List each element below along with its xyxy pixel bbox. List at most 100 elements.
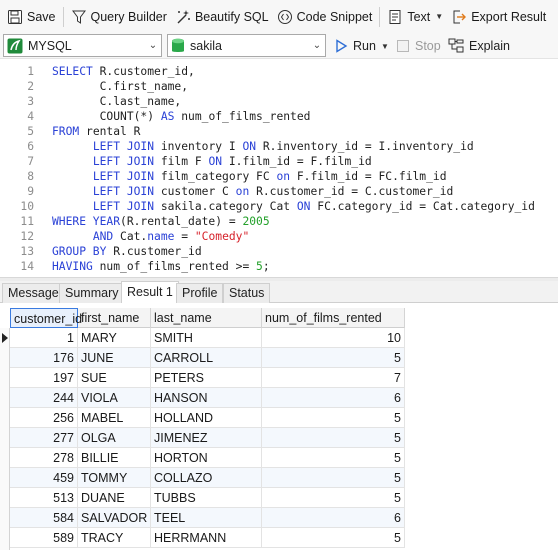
column-header-customer-id[interactable]: customer_id [10, 308, 82, 328]
table-row[interactable]: 176 JUNE CARROLL 5 [10, 348, 405, 368]
cell-num-of-films-rented[interactable]: 10 [262, 328, 405, 348]
code-line: 12 AND Cat.name = "Comedy" [0, 229, 558, 244]
cell-customer-id[interactable]: 176 [10, 348, 78, 368]
database-icon [171, 38, 185, 54]
table-row[interactable]: 1 MARY SMITH 10 [10, 328, 405, 348]
run-label: Run [353, 39, 376, 53]
cell-num-of-films-rented[interactable]: 6 [262, 388, 405, 408]
cell-customer-id[interactable]: 584 [10, 508, 78, 528]
tab-status[interactable]: Status [223, 283, 271, 303]
cell-first-name[interactable]: SUE [78, 368, 151, 388]
cell-first-name[interactable]: SALVADOR [78, 508, 151, 528]
cell-last-name[interactable]: HANSON [151, 388, 262, 408]
table-row[interactable]: 459 TOMMY COLLAZO 5 [10, 468, 405, 488]
table-row[interactable]: 277 OLGA JIMENEZ 5 [10, 428, 405, 448]
column-header-first-name[interactable]: first_name [78, 308, 151, 328]
run-button[interactable]: Run ▼ [334, 35, 389, 57]
table-row[interactable]: 278 BILLIE HORTON 5 [10, 448, 405, 468]
cell-customer-id[interactable]: 278 [10, 448, 78, 468]
table-row[interactable]: 584 SALVADOR TEEL 6 [10, 508, 405, 528]
cell-last-name[interactable]: HOLLAND [151, 408, 262, 428]
sql-editor[interactable]: 1 SELECT R.customer_id, 2 C.first_name, 3… [0, 60, 558, 277]
database-select[interactable]: sakila ⌄ [167, 34, 326, 57]
cell-last-name[interactable]: CARROLL [151, 348, 262, 368]
cell-last-name[interactable]: PETERS [151, 368, 262, 388]
table-row[interactable]: 256 MABEL HOLLAND 5 [10, 408, 405, 428]
cell-last-name[interactable]: JIMENEZ [151, 428, 262, 448]
cell-customer-id[interactable]: 197 [10, 368, 78, 388]
save-label: Save [27, 9, 56, 24]
query-builder-button[interactable]: Query Builder [67, 4, 171, 30]
cell-customer-id[interactable]: 1 [10, 328, 78, 348]
result-tabs: Message Summary Result 1 Profile Status [0, 281, 558, 304]
column-header-last-name[interactable]: last_name [151, 308, 262, 328]
tab-profile[interactable]: Profile [176, 283, 224, 303]
save-button[interactable]: Save [3, 4, 60, 30]
cell-first-name[interactable]: MARY [78, 328, 151, 348]
cell-num-of-films-rented[interactable]: 5 [262, 488, 405, 508]
cell-last-name[interactable]: SMITH [151, 328, 262, 348]
cell-num-of-films-rented[interactable]: 5 [262, 528, 405, 548]
magic-wand-icon [177, 9, 190, 23]
connection-value: MYSQL [28, 38, 72, 53]
chevron-down-icon: ⌄ [312, 40, 322, 51]
text-mode-dropdown[interactable]: Text ▼ [383, 4, 447, 30]
result-grid[interactable]: customer_id first_name last_name num_of_… [0, 303, 558, 550]
tab-result-1[interactable]: Result 1 [121, 281, 179, 304]
line-number: 5 [27, 125, 34, 138]
code-line: 3 C.last_name, [0, 94, 558, 109]
line-number: 10 [20, 200, 34, 213]
beautify-sql-button[interactable]: Beautify SQL [171, 4, 273, 30]
cell-last-name[interactable]: HORTON [151, 448, 262, 468]
cell-last-name[interactable]: TEEL [151, 508, 262, 528]
cell-num-of-films-rented[interactable]: 5 [262, 428, 405, 448]
cell-first-name[interactable]: DUANE [78, 488, 151, 508]
code-line: 14 HAVING num_of_films_rented >= 5; [0, 259, 558, 274]
table-row[interactable]: 244 VIOLA HANSON 6 [10, 388, 405, 408]
line-number: 11 [20, 215, 34, 228]
code-line: 10 LEFT JOIN sakila.category Cat ON FC.c… [0, 199, 558, 214]
tab-message[interactable]: Message [2, 283, 65, 303]
code-snippet-button[interactable]: Code Snippet [273, 4, 377, 30]
cell-customer-id[interactable]: 256 [10, 408, 78, 428]
cell-num-of-films-rented[interactable]: 5 [262, 468, 405, 488]
cell-customer-id[interactable]: 277 [10, 428, 78, 448]
cell-first-name[interactable]: BILLIE [78, 448, 151, 468]
cell-last-name[interactable]: TUBBS [151, 488, 262, 508]
cell-last-name[interactable]: COLLAZO [151, 468, 262, 488]
cell-customer-id[interactable]: 459 [10, 468, 78, 488]
cell-first-name[interactable]: OLGA [78, 428, 151, 448]
query-builder-label: Query Builder [90, 9, 167, 24]
cell-num-of-films-rented[interactable]: 7 [262, 368, 405, 388]
line-number: 7 [27, 155, 34, 168]
cell-first-name[interactable]: TOMMY [78, 468, 151, 488]
document-text-icon [389, 9, 401, 24]
cell-num-of-films-rented[interactable]: 6 [262, 508, 405, 528]
stop-button[interactable]: Stop [397, 35, 441, 57]
cell-num-of-films-rented[interactable]: 5 [262, 348, 405, 368]
cell-first-name[interactable]: JUNE [78, 348, 151, 368]
table-row[interactable]: 197 SUE PETERS 7 [10, 368, 405, 388]
cell-last-name[interactable]: HERRMANN [151, 528, 262, 548]
cell-customer-id[interactable]: 513 [10, 488, 78, 508]
code-braces-icon [277, 9, 292, 24]
table-row[interactable]: 513 DUANE TUBBS 5 [10, 488, 405, 508]
line-number: 8 [27, 170, 34, 183]
code-line: 13 GROUP BY R.customer_id [0, 244, 558, 259]
cell-customer-id[interactable]: 589 [10, 528, 78, 548]
column-header-num-of-films-rented[interactable]: num_of_films_rented [262, 308, 405, 328]
cell-first-name[interactable]: MABEL [78, 408, 151, 428]
connection-toolbar: MYSQL ⌄ sakila ⌄ Run ▼ Stop Explain [0, 33, 558, 59]
cell-customer-id[interactable]: 244 [10, 388, 78, 408]
export-result-button[interactable]: Export Result [447, 4, 550, 30]
cell-first-name[interactable]: VIOLA [78, 388, 151, 408]
line-number: 3 [27, 95, 34, 108]
cell-num-of-films-rented[interactable]: 5 [262, 448, 405, 468]
connection-select[interactable]: MYSQL ⌄ [3, 34, 162, 57]
explain-button[interactable]: Explain [448, 35, 510, 57]
cell-num-of-films-rented[interactable]: 5 [262, 408, 405, 428]
code-snippet-label: Code Snippet [296, 9, 373, 24]
cell-first-name[interactable]: TRACY [78, 528, 151, 548]
table-row[interactable]: 589 TRACY HERRMANN 5 [10, 528, 405, 548]
tab-summary[interactable]: Summary [59, 283, 125, 303]
